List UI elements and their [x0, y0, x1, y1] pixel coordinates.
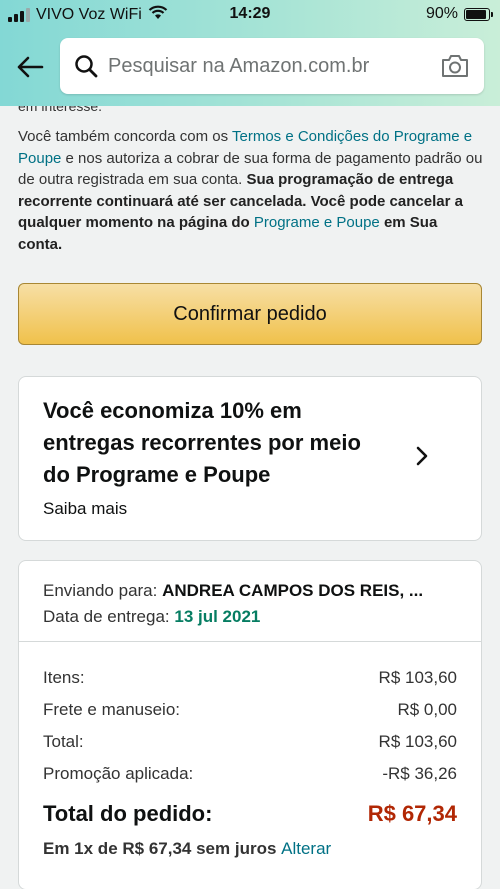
summary-row-total: Total: R$ 103,60: [43, 732, 457, 751]
search-bar[interactable]: [60, 38, 484, 94]
legal-text: Você também concorda com os Termos e Con…: [18, 128, 483, 253]
change-installment-link[interactable]: Alterar: [281, 839, 331, 858]
subscribe-save-card[interactable]: Você economiza 10% em entregas recorrent…: [18, 376, 482, 541]
battery-icon: [464, 7, 493, 21]
search-icon: [74, 54, 98, 83]
recipient-name: ANDREA CAMPOS DOS REIS, ...: [162, 581, 424, 600]
camera-icon[interactable]: [440, 53, 470, 84]
back-button[interactable]: [12, 50, 48, 84]
summary-row-shipping: Frete e manuseio: R$ 0,00: [43, 700, 457, 719]
order-summary-card: Enviando para: ANDREA CAMPOS DOS REIS, .…: [18, 560, 482, 889]
search-input[interactable]: [108, 38, 428, 94]
order-total-value: R$ 67,34: [367, 801, 457, 826]
installment-line: Em 1x de R$ 67,34 sem juros Alterar: [43, 839, 332, 858]
order-total-row: Total do pedido: R$ 67,34: [43, 801, 457, 827]
delivery-date: 13 jul 2021: [174, 607, 261, 626]
status-bar: VIVO Voz WiFi 14:29 90%: [0, 0, 500, 30]
shipping-info: Enviando para: ANDREA CAMPOS DOS REIS, .…: [19, 561, 481, 641]
battery-percent: 90%: [425, 5, 458, 22]
summary-row-items: Itens: R$ 103,60: [43, 668, 457, 687]
back-arrow-icon: [17, 56, 44, 78]
chevron-right-icon: [415, 445, 429, 472]
learn-more-link[interactable]: Saiba mais: [43, 499, 127, 519]
divider: [19, 641, 481, 642]
summary-row-promotion: Promoção aplicada: -R$ 36,26: [43, 764, 457, 783]
app-header: VIVO Voz WiFi 14:29 90%: [0, 0, 500, 106]
promo-title: Você economiza 10% em entregas recorrent…: [43, 398, 361, 487]
ship-to-line[interactable]: Enviando para: ANDREA CAMPOS DOS REIS, .…: [43, 581, 453, 601]
program-link[interactable]: Programe e Poupe: [254, 214, 380, 231]
confirm-order-button[interactable]: Confirmar pedido: [18, 283, 482, 345]
delivery-date-line: Data de entrega: 13 jul 2021: [43, 607, 261, 626]
order-total-label: Total do pedido:: [43, 801, 213, 826]
